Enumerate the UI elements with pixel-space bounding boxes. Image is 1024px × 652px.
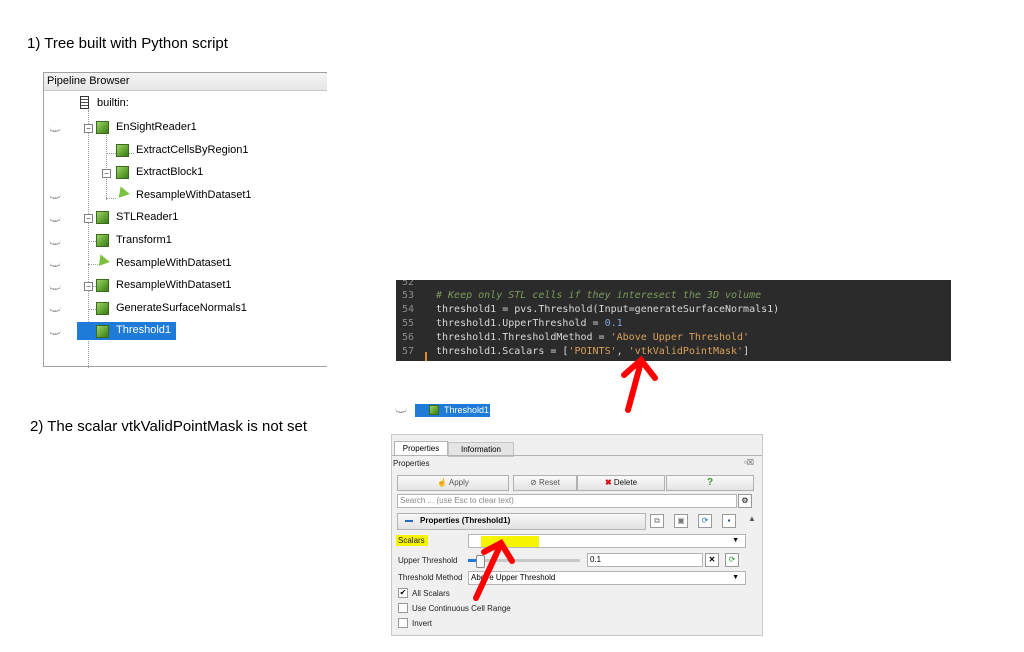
annotation-arrow-scalars: [473, 539, 515, 601]
annotation-arrows: [473, 355, 658, 601]
annotation-arrow-code: [621, 355, 658, 413]
